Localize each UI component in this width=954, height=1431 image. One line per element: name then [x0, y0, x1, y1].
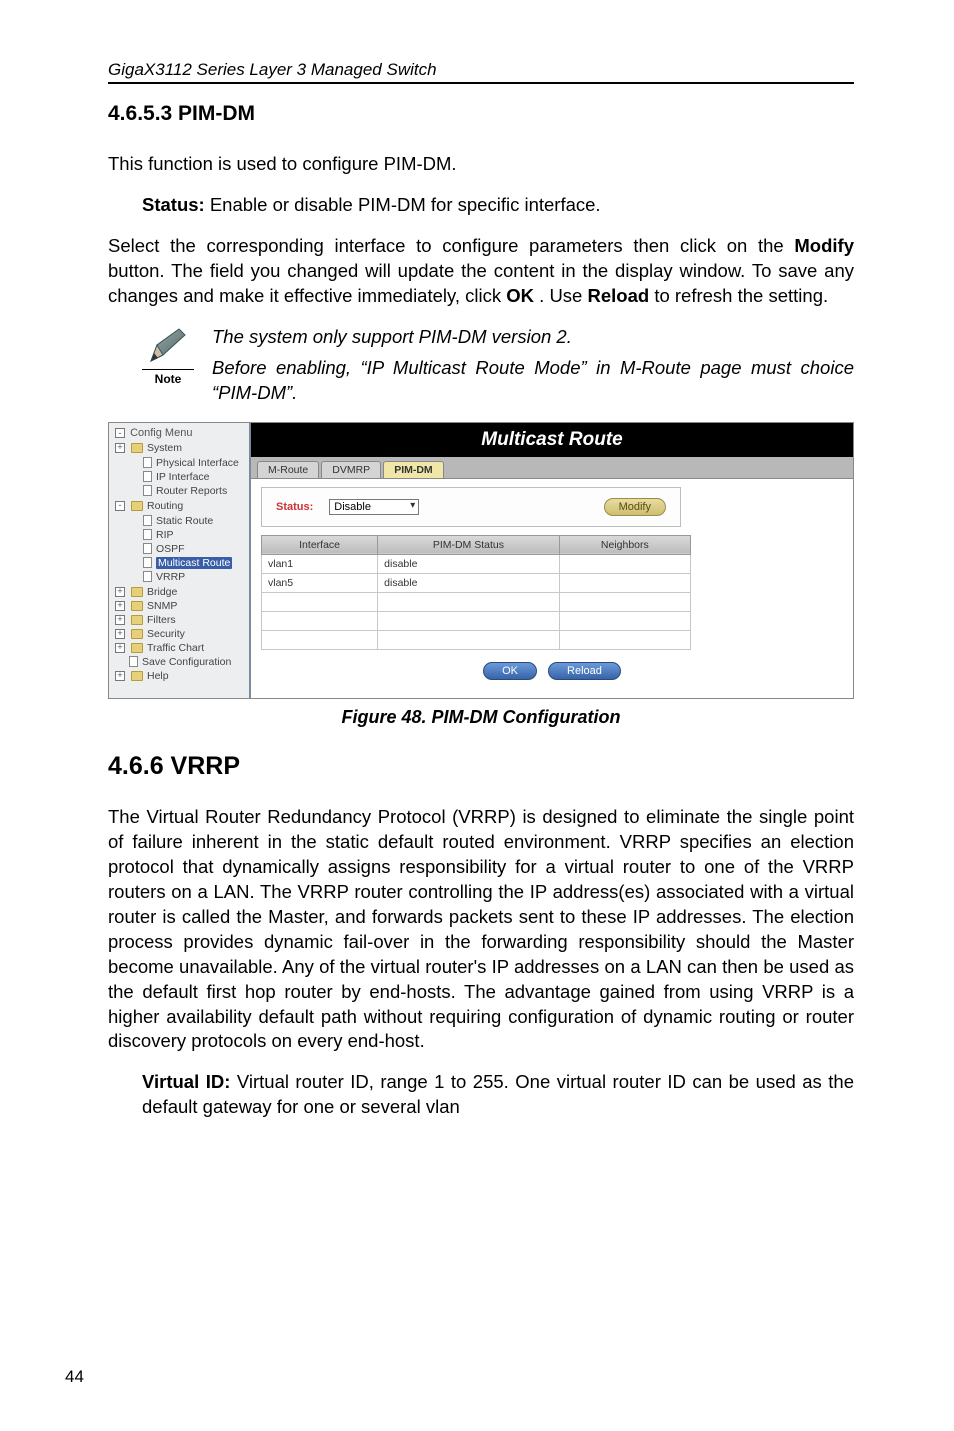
status-label: Status:: [142, 194, 205, 215]
pencil-icon: [145, 325, 191, 367]
status-label-figure: Status:: [276, 501, 313, 513]
reload-button[interactable]: Reload: [548, 662, 621, 680]
panel-title: Multicast Route: [251, 423, 853, 457]
tree-item-traffic-chart[interactable]: +Traffic Chart: [115, 641, 245, 655]
body-p1: This function is used to configure PIM-D…: [108, 152, 854, 177]
page-number: 44: [65, 1367, 84, 1387]
tree-item-ip-interface[interactable]: IP Interface: [129, 470, 239, 484]
tree-item-filters[interactable]: +Filters: [115, 613, 245, 627]
tree-item-routing[interactable]: -Routing: [115, 499, 245, 513]
section-heading-4-6-6: 4.6.6 VRRP: [108, 752, 854, 781]
table-row: [262, 592, 691, 611]
tree-item-save-config[interactable]: Save Configuration: [115, 655, 245, 669]
tree-title: - Config Menu: [115, 427, 245, 439]
body-p2: Status: Enable or disable PIM-DM for spe…: [108, 193, 854, 218]
tree-item-security[interactable]: +Security: [115, 627, 245, 641]
tree-item-bridge[interactable]: +Bridge: [115, 585, 245, 599]
config-tree: - Config Menu +System Physical Interface…: [109, 423, 251, 698]
table-row[interactable]: vlan1 disable: [262, 554, 691, 573]
interface-table: Interface PIM-DM Status Neighbors vlan1 …: [261, 535, 691, 650]
note-line2: Before enabling, “IP Multicast Route Mod…: [212, 356, 854, 406]
vrrp-paragraph: The Virtual Router Redundancy Protocol (…: [108, 805, 854, 1055]
note-icon-block: Note: [142, 325, 194, 386]
tree-item-router-reports[interactable]: Router Reports: [129, 484, 239, 498]
tree-item-system[interactable]: +System: [115, 441, 245, 455]
th-neighbors: Neighbors: [559, 535, 690, 554]
doc-header: GigaX3112 Series Layer 3 Managed Switch: [108, 60, 854, 84]
status-desc: Enable or disable PIM-DM for specific in…: [210, 194, 601, 215]
table-row: [262, 611, 691, 630]
tree-item-snmp[interactable]: +SNMP: [115, 599, 245, 613]
tree-item-help[interactable]: +Help: [115, 669, 245, 683]
body-p3: Select the corresponding interface to co…: [108, 234, 854, 309]
tab-mroute[interactable]: M-Route: [257, 461, 319, 478]
tree-item-multicast-route[interactable]: Multicast Route: [129, 556, 232, 570]
figure-caption: Figure 48. PIM-DM Configuration: [108, 707, 854, 728]
virtual-id-paragraph: Virtual ID: Virtual router ID, range 1 t…: [108, 1070, 854, 1120]
table-row: [262, 630, 691, 649]
th-interface: Interface: [262, 535, 378, 554]
note-line1: The system only support PIM-DM version 2…: [212, 325, 854, 350]
tree-item-ospf[interactable]: OSPF: [129, 542, 232, 556]
tree-item-rip[interactable]: RIP: [129, 528, 232, 542]
tree-item-vrrp[interactable]: VRRP: [129, 570, 232, 584]
th-pimdm-status: PIM-DM Status: [378, 535, 560, 554]
tree-item-physical-interface[interactable]: Physical Interface: [129, 456, 239, 470]
status-box: Status: Disable Modify: [261, 487, 681, 527]
ok-button[interactable]: OK: [483, 662, 537, 680]
virtual-id-desc: Virtual router ID, range 1 to 255. One v…: [142, 1071, 854, 1117]
tree-item-static-route[interactable]: Static Route: [129, 514, 232, 528]
figure-48: - Config Menu +System Physical Interface…: [108, 422, 854, 699]
table-row[interactable]: vlan5 disable: [262, 573, 691, 592]
virtual-id-label: Virtual ID:: [142, 1071, 230, 1092]
section-heading-4-6-5-3: 4.6.5.3 PIM-DM: [108, 102, 854, 126]
note-caption: Note: [155, 372, 182, 386]
modify-button[interactable]: Modify: [604, 498, 666, 516]
tab-pimdm[interactable]: PIM-DM: [383, 461, 444, 478]
status-select[interactable]: Disable: [329, 499, 419, 515]
collapse-icon[interactable]: -: [115, 428, 125, 438]
tab-dvmrp[interactable]: DVMRP: [321, 461, 381, 478]
